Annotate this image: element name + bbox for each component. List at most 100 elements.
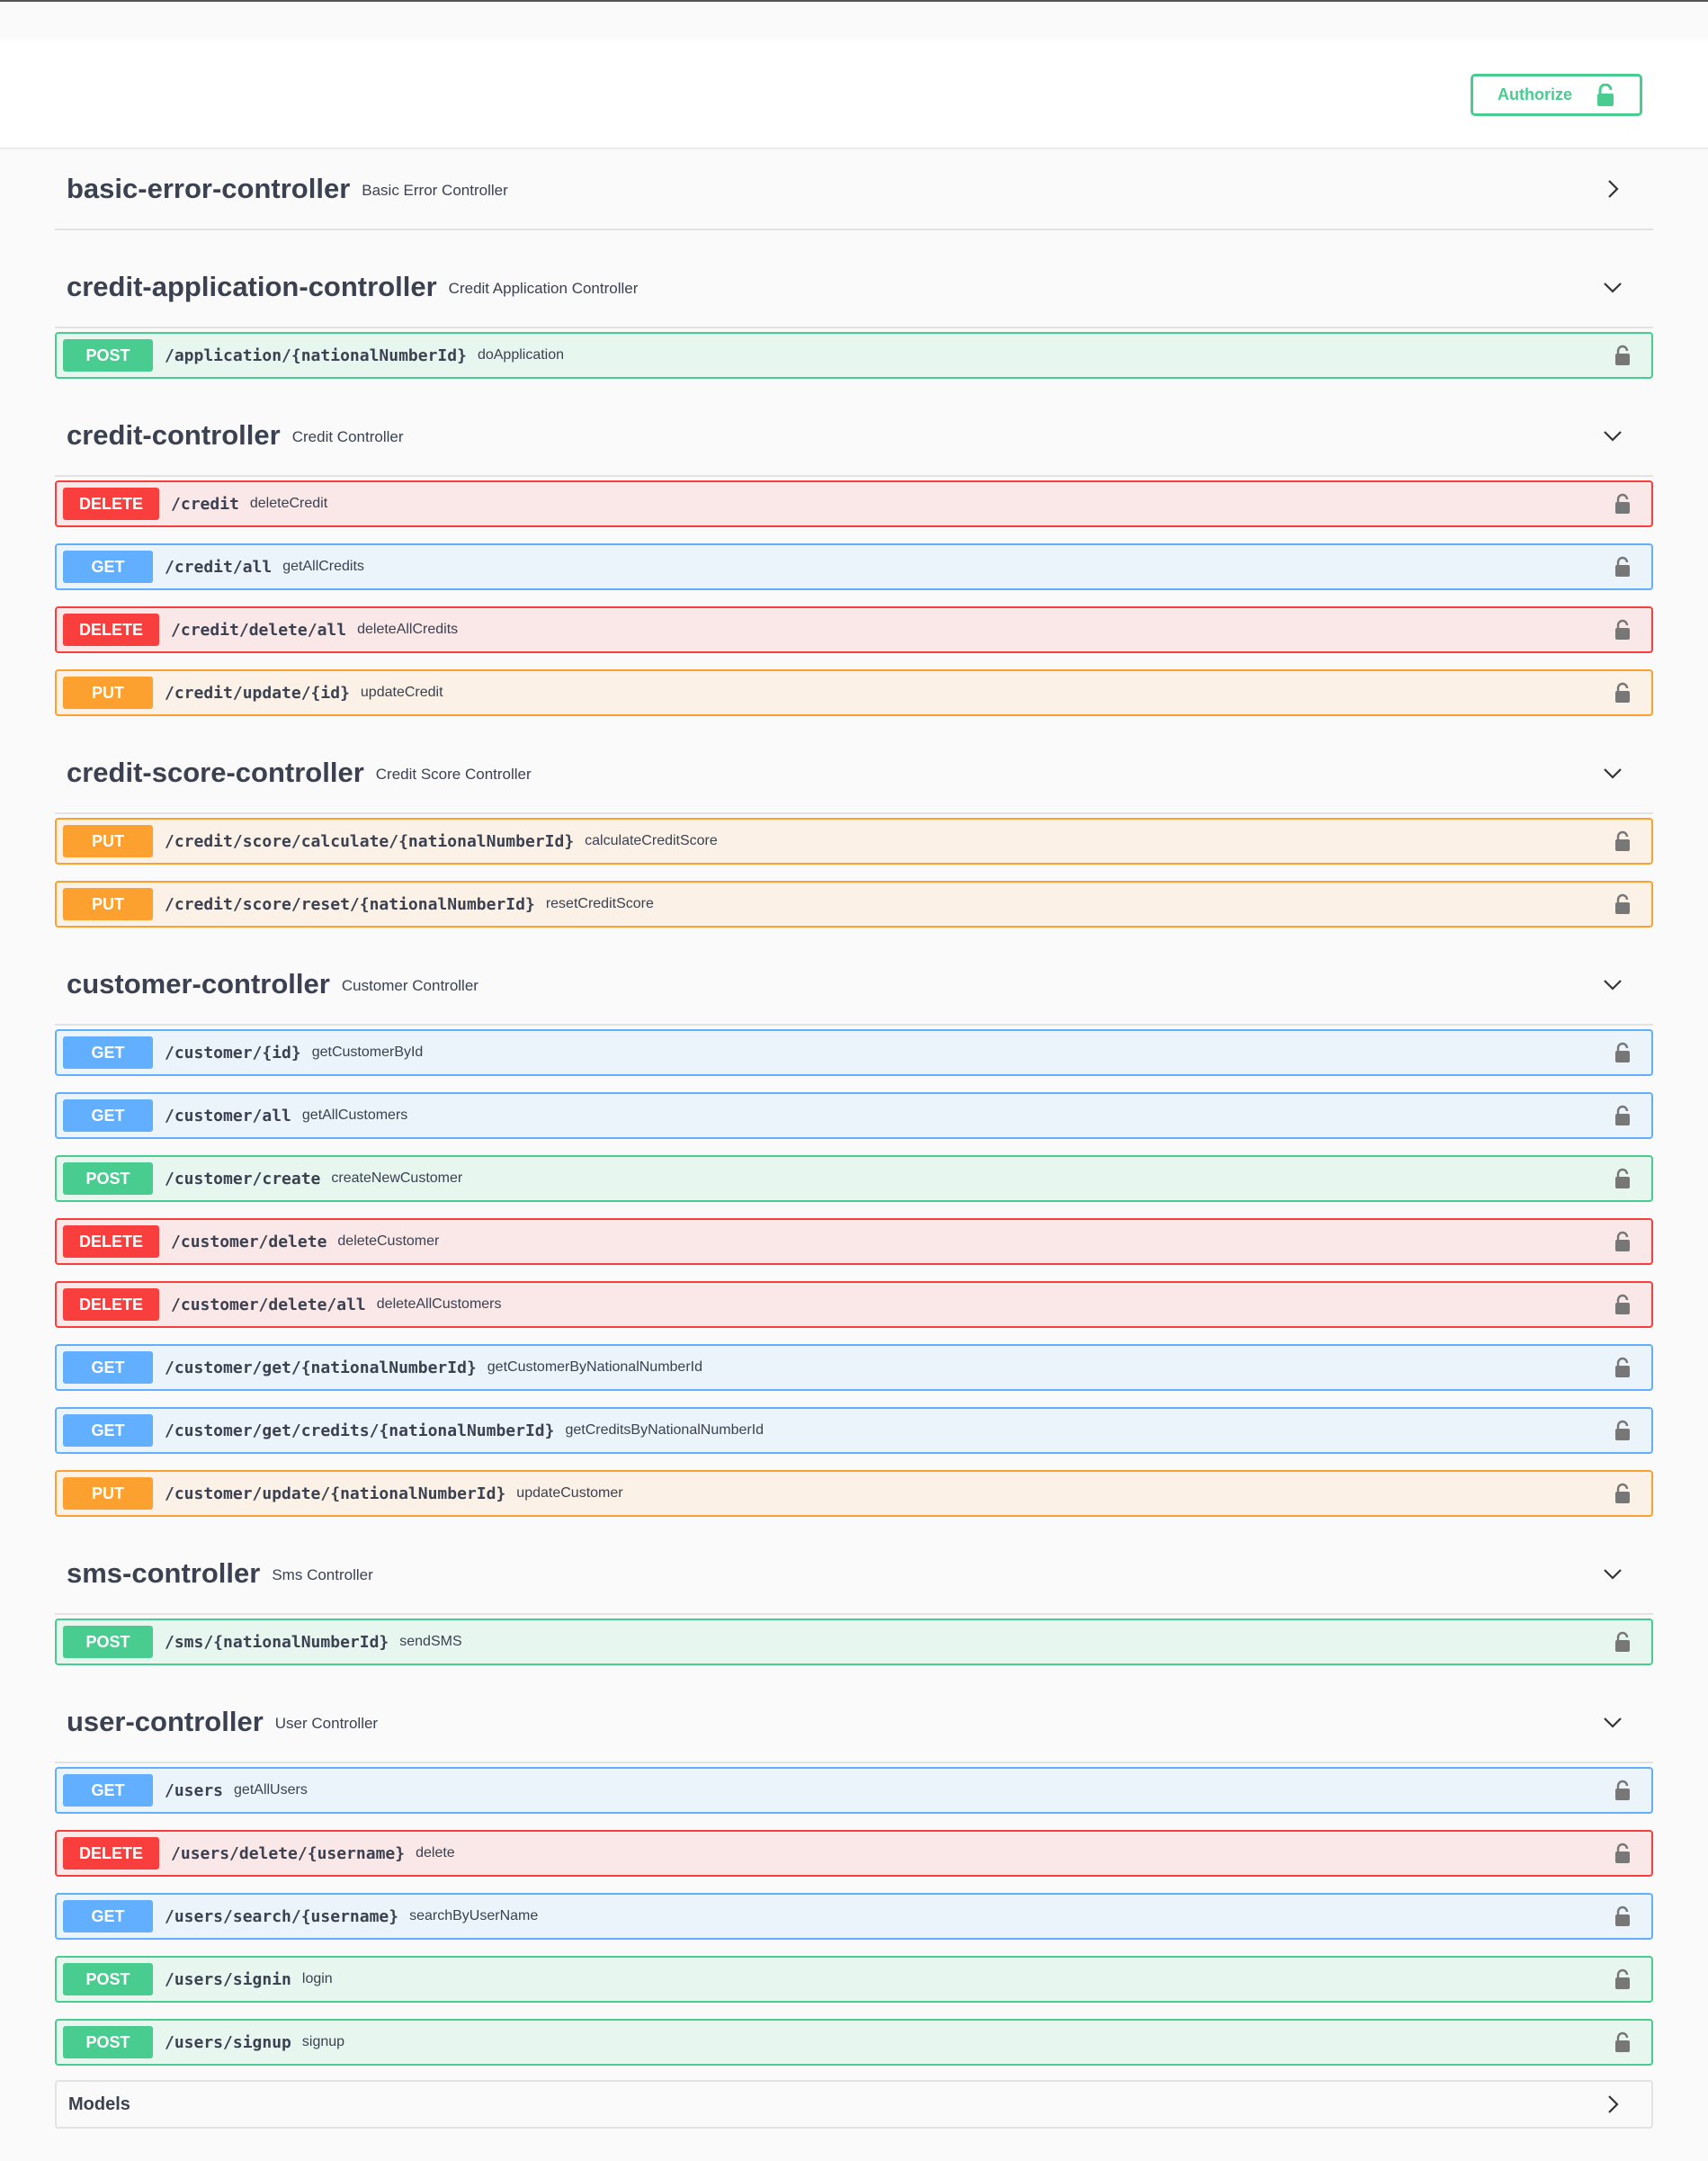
operation-row[interactable]: DELETE/users/delete/{username} delete	[55, 1830, 1653, 1877]
lock-icon[interactable]	[1614, 1042, 1632, 1063]
operation-row[interactable]: POST/sms/{nationalNumberId} sendSMS	[55, 1619, 1653, 1665]
method-badge: GET	[63, 1099, 153, 1132]
operation-row[interactable]: DELETE/customer/delete/all deleteAllCusto…	[55, 1281, 1653, 1328]
lock-icon[interactable]	[1614, 556, 1632, 578]
lock-icon[interactable]	[1614, 682, 1632, 704]
operation-row[interactable]: GET/users getAllUsers	[55, 1767, 1653, 1814]
tag-description: Credit Application Controller	[448, 280, 639, 297]
lock-icon[interactable]	[1614, 1357, 1632, 1378]
tag-header[interactable]: basic-error-controller Basic Error Contro…	[55, 149, 1653, 230]
tag-name: basic-error-controller	[67, 173, 351, 204]
method-badge: DELETE	[63, 1837, 160, 1870]
chevron-down-icon	[1604, 431, 1622, 442]
operation-path: /users/signup	[165, 2032, 291, 2052]
operation-summary: getCustomerById	[311, 1045, 424, 1060]
lock-icon[interactable]	[1614, 619, 1632, 641]
lock-icon[interactable]	[1614, 1231, 1632, 1252]
operation-path: /customer/{id}	[165, 1043, 301, 1063]
method-badge: GET	[63, 1774, 153, 1807]
method-badge: DELETE	[63, 1225, 160, 1258]
tag-header[interactable]: user-controller User Controller	[55, 1682, 1653, 1763]
tag-description: Customer Controller	[341, 977, 478, 994]
lock-icon[interactable]	[1614, 1968, 1632, 1990]
operation-path: /customer/get/{nationalNumberId}	[165, 1358, 477, 1377]
lock-icon[interactable]	[1614, 830, 1632, 852]
operation-path: /users/delete/{username}	[171, 1843, 406, 1863]
tag-name: sms-controller	[67, 1557, 261, 1589]
tag-header[interactable]: credit-score-controller Credit Score Cont…	[55, 733, 1653, 814]
authorize-button[interactable]: Authorize	[1471, 74, 1642, 116]
operation-row[interactable]: POST/application/{nationalNumberId} doApp…	[55, 332, 1653, 379]
operation-row[interactable]: GET/users/search/{username} searchByUserN…	[55, 1893, 1653, 1940]
operation-row[interactable]: PUT/credit/score/calculate/{nationalNumb…	[55, 818, 1653, 865]
operation-path: /users/signin	[165, 1969, 291, 1989]
lock-icon[interactable]	[1614, 345, 1632, 366]
method-badge: PUT	[63, 825, 153, 857]
method-badge: POST	[63, 1162, 153, 1195]
operation-summary: signup	[301, 2034, 345, 2049]
operation-path: /credit/all	[165, 557, 273, 577]
chevron-right-icon	[1608, 180, 1619, 198]
operation-path: /credit/score/reset/{nationalNumberId}	[165, 894, 535, 914]
lock-icon[interactable]	[1614, 1843, 1632, 1864]
operation-row[interactable]: PUT/credit/score/reset/{nationalNumberId…	[55, 881, 1653, 928]
operation-row[interactable]: POST/customer/create createNewCustomer	[55, 1155, 1653, 1202]
lock-icon[interactable]	[1614, 1631, 1632, 1653]
tag-name: credit-score-controller	[67, 757, 364, 788]
operation-row[interactable]: PUT/credit/update/{id} updateCredit	[55, 669, 1653, 716]
operation-summary: createNewCustomer	[331, 1170, 463, 1186]
operation-row[interactable]: POST/users/signin login	[55, 1956, 1653, 2003]
tag-name: credit-controller	[67, 419, 281, 451]
operation-path: /credit/update/{id}	[165, 683, 350, 703]
lock-icon[interactable]	[1614, 1483, 1632, 1504]
models-section[interactable]: Models	[55, 2080, 1653, 2129]
operation-summary: login	[301, 1971, 333, 1986]
lock-icon[interactable]	[1614, 493, 1632, 515]
tag-description: User Controller	[274, 1715, 379, 1732]
tag-header[interactable]: credit-application-controller Credit Appl…	[55, 247, 1653, 328]
method-badge: POST	[63, 2026, 153, 2058]
lock-icon[interactable]	[1614, 1294, 1632, 1315]
tag-header[interactable]: credit-controller Credit Controller	[55, 396, 1653, 477]
operation-row[interactable]: POST/users/signup signup	[55, 2019, 1653, 2066]
operation-row[interactable]: DELETE/credit deleteCredit	[55, 480, 1653, 527]
operation-summary: resetCreditScore	[545, 896, 654, 911]
lock-icon[interactable]	[1614, 2031, 1632, 2053]
operation-summary: delete	[416, 1845, 455, 1861]
lock-icon[interactable]	[1614, 1168, 1632, 1189]
method-badge: POST	[63, 1626, 153, 1658]
operation-path: /customer/update/{nationalNumberId}	[165, 1484, 506, 1503]
operation-row[interactable]: GET/credit/all getAllCredits	[55, 543, 1653, 590]
operation-row[interactable]: DELETE/credit/delete/all deleteAllCredits	[55, 606, 1653, 653]
tag-name: credit-application-controller	[67, 271, 437, 302]
operation-summary: searchByUserName	[409, 1908, 539, 1923]
operation-path: /credit/score/calculate/{nationalNumberI…	[165, 831, 575, 851]
lock-icon[interactable]	[1614, 1105, 1632, 1126]
operation-summary: updateCustomer	[516, 1485, 623, 1501]
operation-path: /application/{nationalNumberId}	[165, 345, 467, 365]
operation-row[interactable]: GET/customer/{id} getCustomerById	[55, 1029, 1653, 1076]
lock-icon[interactable]	[1614, 1905, 1632, 1927]
operation-summary: sendSMS	[399, 1634, 462, 1649]
method-badge: PUT	[63, 888, 153, 920]
operation-row[interactable]: GET/customer/all getAllCustomers	[55, 1092, 1653, 1139]
operation-row[interactable]: DELETE/customer/delete deleteCustomer	[55, 1218, 1653, 1265]
tag-description: Basic Error Controller	[362, 182, 508, 199]
lock-icon[interactable]	[1614, 893, 1632, 915]
operation-path: /customer/get/credits/{nationalNumberId}	[165, 1421, 555, 1440]
lock-icon[interactable]	[1614, 1780, 1632, 1801]
tag-header[interactable]: sms-controller Sms Controller	[55, 1534, 1653, 1615]
tag-section-credit-application-controller: credit-application-controller Credit Appl…	[55, 247, 1653, 379]
tag-description: Sms Controller	[272, 1566, 373, 1583]
operation-row[interactable]: GET/customer/get/{nationalNumberId} getCu…	[55, 1344, 1653, 1391]
chevron-right-icon	[1608, 2095, 1619, 2113]
operation-row[interactable]: GET/customer/get/credits/{nationalNumber…	[55, 1407, 1653, 1454]
operation-summary: getCustomerByNationalNumberId	[487, 1359, 702, 1375]
operation-summary: calculateCreditScore	[585, 833, 718, 848]
operation-summary: deleteAllCredits	[357, 622, 459, 637]
lock-icon[interactable]	[1614, 1420, 1632, 1441]
tag-section-user-controller: user-controller User Controller GET/users g…	[55, 1682, 1653, 2066]
tag-header[interactable]: customer-controller Customer Controller	[55, 945, 1653, 1026]
operation-row[interactable]: PUT/customer/update/{nationalNumberId} up…	[55, 1470, 1653, 1517]
authorize-label: Authorize	[1498, 85, 1572, 103]
